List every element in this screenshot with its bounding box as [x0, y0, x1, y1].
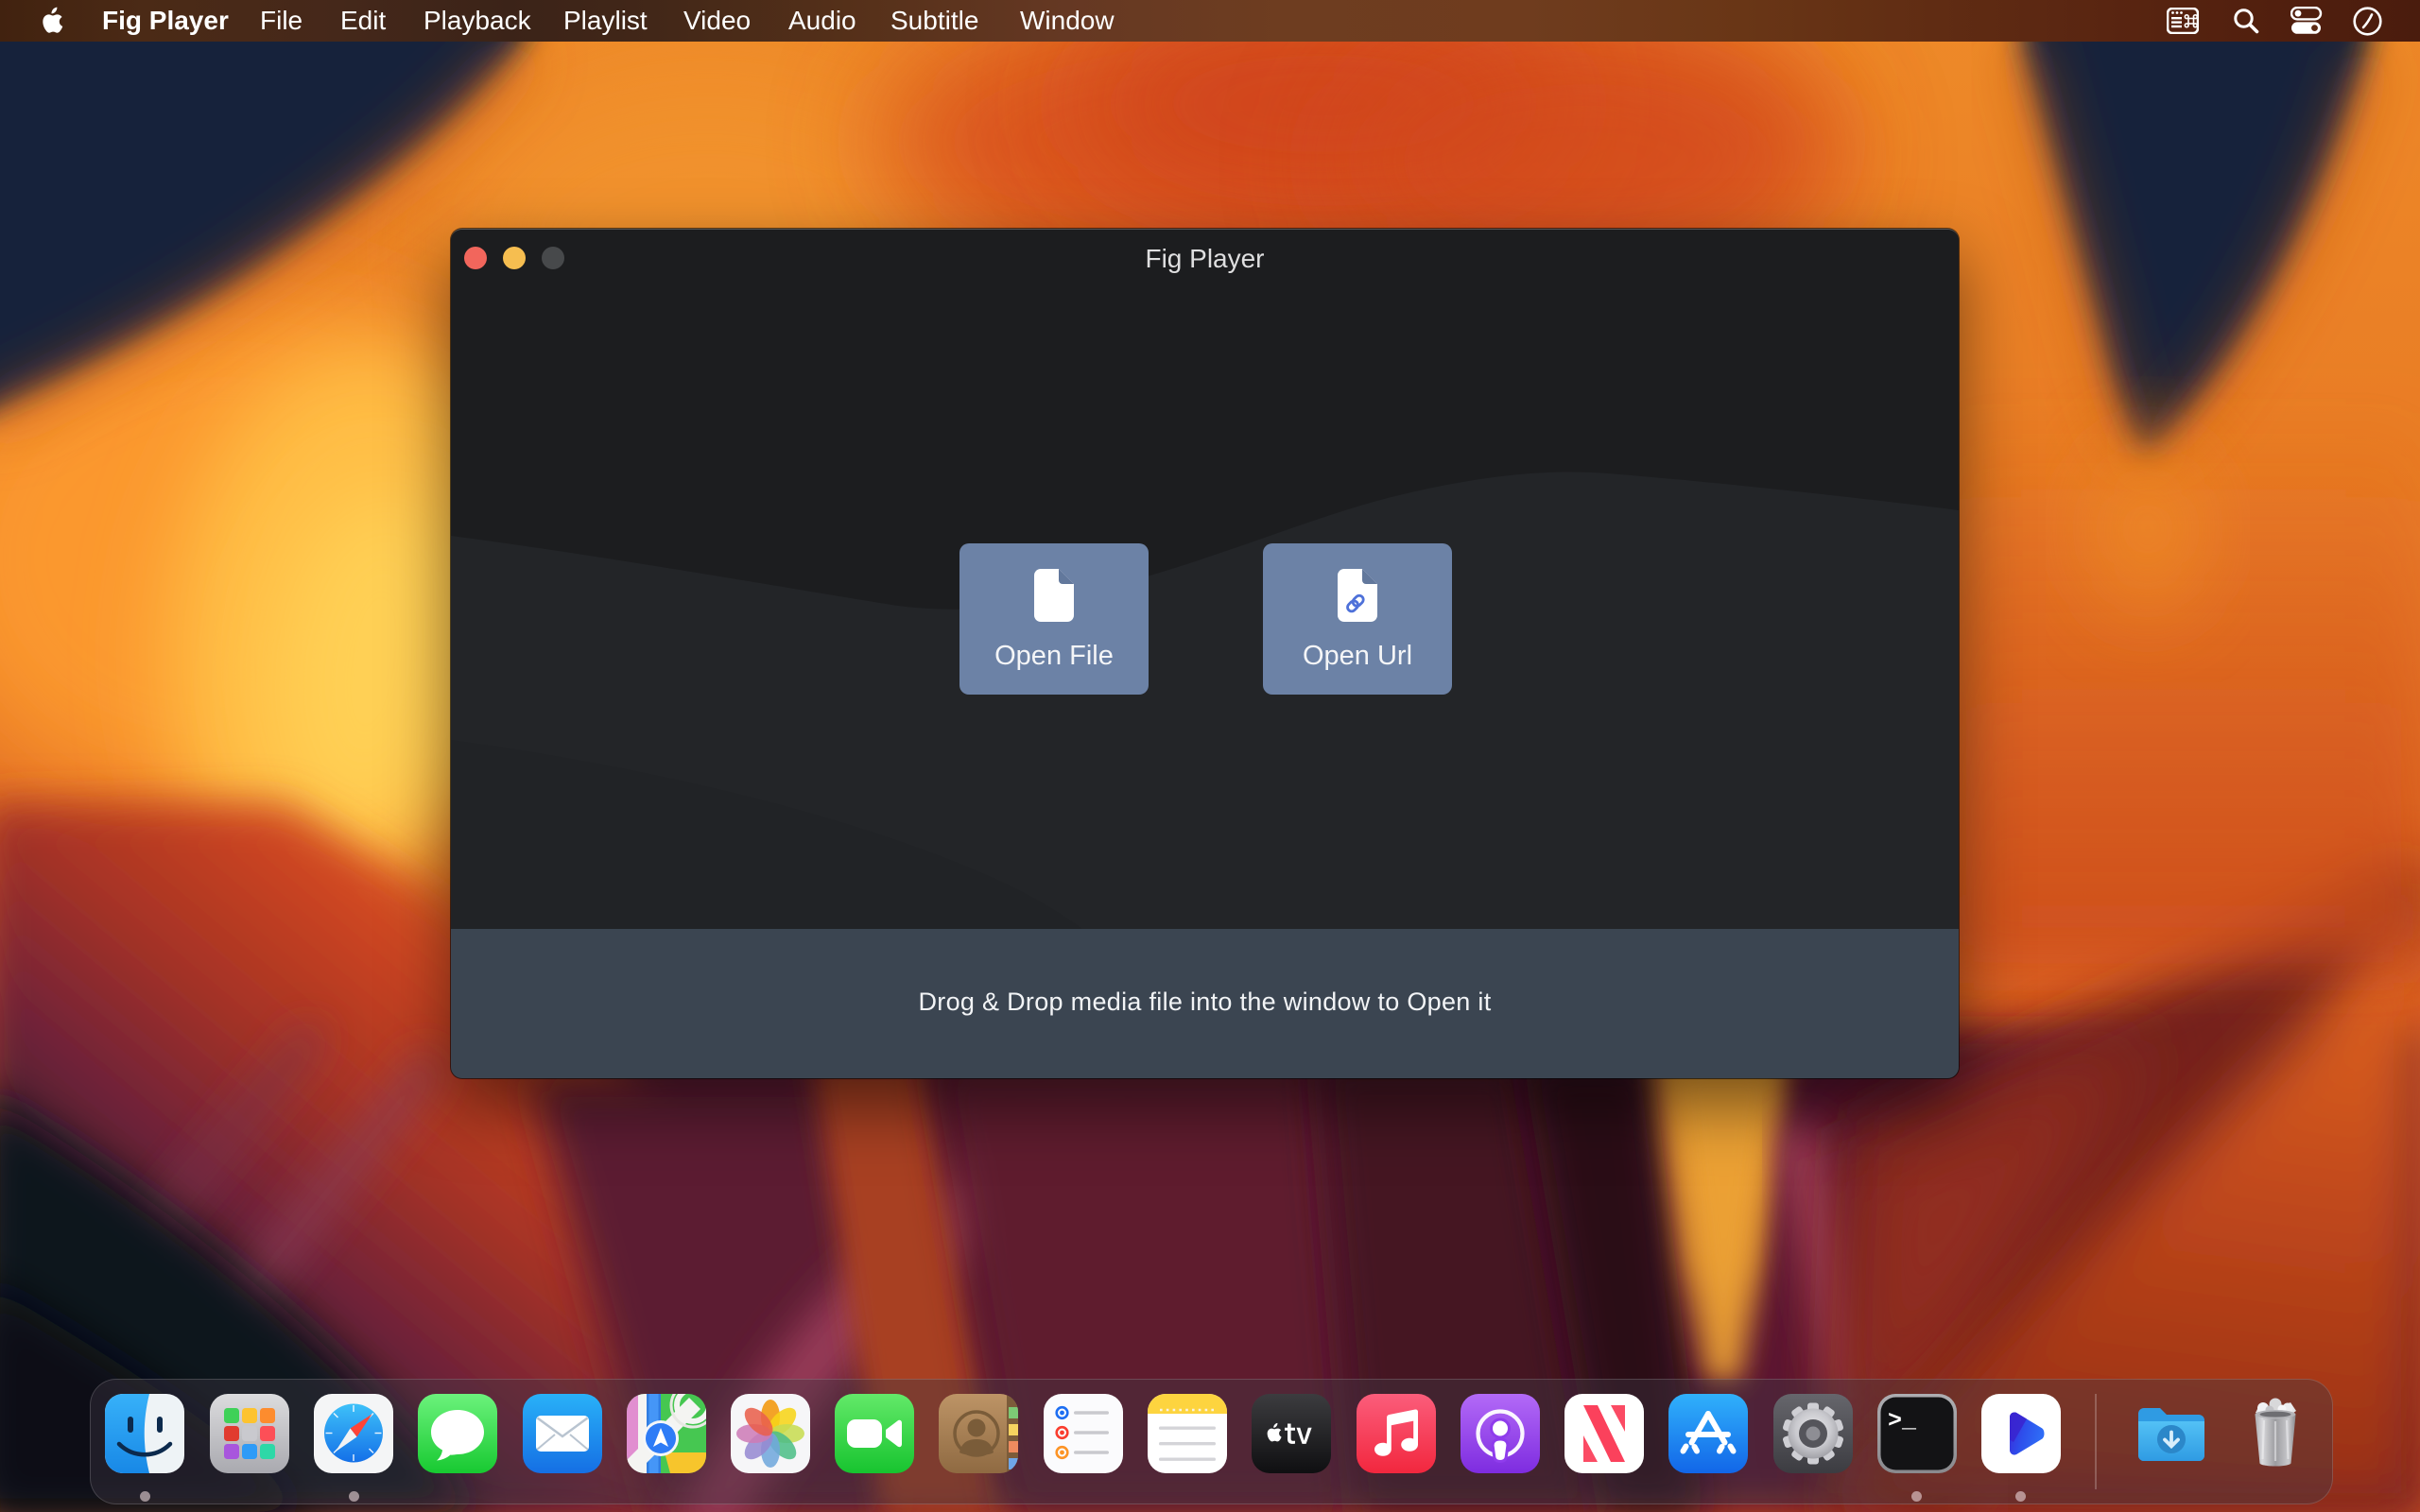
svg-text:>_: >_ [1888, 1407, 1917, 1435]
